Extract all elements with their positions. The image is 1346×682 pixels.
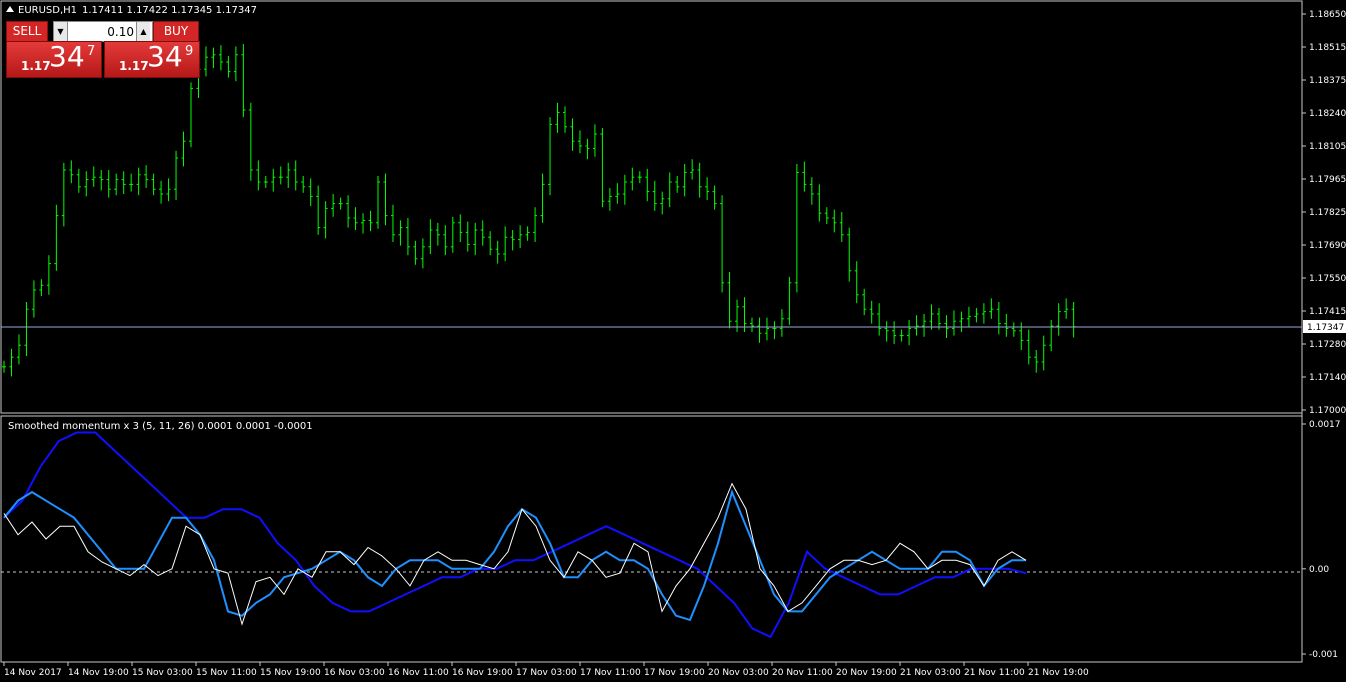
time-tick-label: 17 Nov 03:00 (516, 668, 577, 678)
momentum-slow-line (3, 431, 1027, 639)
price-tick-label: 1.18240 (1309, 109, 1346, 119)
ohlc-values: 1.17411 1.17422 1.17345 1.17347 (82, 5, 257, 16)
time-tick-label: 17 Nov 19:00 (644, 668, 705, 678)
time-tick-label: 20 Nov 03:00 (708, 668, 769, 678)
time-tick-label: 20 Nov 11:00 (772, 668, 833, 678)
indicator-axis-ticks: 0.0017 0.00 -0.001 (1302, 420, 1341, 660)
indicator-tick-label: 0.00 (1309, 565, 1329, 575)
price-tick-label: 1.18650 (1309, 10, 1346, 20)
buy-price-button[interactable]: 1.17 34 9 (104, 40, 200, 78)
symbol-label: EURUSD,H1 (18, 5, 77, 16)
lot-size-box: ▼ ▲ (53, 21, 153, 42)
price-tick-label: 1.17965 (1309, 175, 1346, 185)
time-tick-label: 17 Nov 11:00 (580, 668, 641, 678)
price-tick-label: 1.17280 (1309, 340, 1346, 350)
price-tick-label: 1.17415 (1309, 307, 1346, 317)
indicator-frame (0, 415, 1303, 663)
sell-price-main: 34 (49, 40, 85, 73)
time-tick-label: 15 Nov 03:00 (132, 668, 193, 678)
lot-decrease-icon[interactable]: ▼ (54, 22, 68, 41)
price-tick-label: 1.18515 (1309, 43, 1346, 53)
price-tick-label: 1.17000 (1309, 406, 1346, 416)
time-tick-label: 21 Nov 03:00 (900, 668, 961, 678)
collapse-arrow-icon[interactable] (6, 6, 14, 12)
momentum-mid-line (3, 489, 1026, 622)
lot-increase-icon[interactable]: ▲ (136, 22, 150, 41)
sell-price-pip: 7 (87, 44, 96, 59)
indicator-tick-label: -0.001 (1309, 650, 1338, 660)
sell-button[interactable]: SELL (6, 21, 48, 42)
lot-size-input[interactable] (68, 22, 136, 41)
price-tick-label: 1.18375 (1309, 76, 1346, 86)
time-axis: 14 Nov 2017 14 Nov 19:00 15 Nov 03:00 15 No… (3, 662, 1089, 678)
buy-price-pip: 9 (185, 44, 194, 59)
price-tick-label: 1.17690 (1309, 241, 1346, 251)
time-tick-label: 14 Nov 19:00 (68, 668, 129, 678)
one-click-trading-panel: SELL ▼ ▲ BUY 1.17 34 7 1.17 34 9 (6, 20, 200, 78)
time-tick-label: 16 Nov 11:00 (388, 668, 449, 678)
price-tick-label: 1.18105 (1309, 142, 1346, 152)
time-tick-label: 16 Nov 19:00 (452, 668, 513, 678)
time-tick-label: 16 Nov 03:00 (324, 668, 385, 678)
buy-button[interactable]: BUY (153, 21, 199, 42)
current-price-label: 1.17347 (1307, 323, 1344, 333)
sell-price-prefix: 1.17 (21, 59, 51, 73)
chart-canvas[interactable]: EURUSD,H1 1.17411 1.17422 1.17345 1.1734… (0, 0, 1346, 682)
time-tick-label: 14 Nov 2017 (4, 668, 62, 678)
time-tick-label: 15 Nov 11:00 (196, 668, 257, 678)
time-tick-label: 21 Nov 11:00 (964, 668, 1025, 678)
buy-price-main: 34 (147, 40, 183, 73)
indicator-tick-label: 0.0017 (1309, 420, 1341, 430)
price-tick-label: 1.17825 (1309, 208, 1346, 218)
sell-price-button[interactable]: 1.17 34 7 (6, 40, 102, 78)
buy-price-prefix: 1.17 (119, 59, 149, 73)
time-tick-label: 15 Nov 19:00 (260, 668, 321, 678)
price-tick-label: 1.17140 (1309, 373, 1346, 383)
time-tick-label: 20 Nov 19:00 (836, 668, 897, 678)
momentum-fast-line (3, 482, 1027, 626)
time-tick-label: 21 Nov 19:00 (1028, 668, 1089, 678)
price-tick-label: 1.17550 (1309, 274, 1346, 284)
indicator-label: Smoothed momentum x 3 (5, 11, 26) 0.0001… (8, 421, 313, 432)
price-axis-ticks: 1.18650 1.18515 1.18375 1.18240 1.18105 1.179… (1302, 10, 1346, 416)
